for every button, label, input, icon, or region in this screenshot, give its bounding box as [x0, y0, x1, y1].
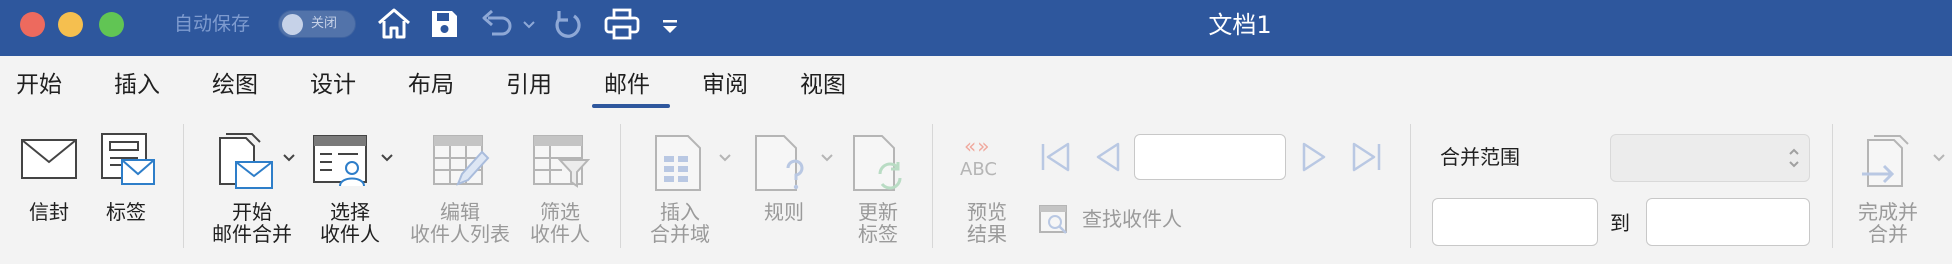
- tab-draw[interactable]: 绘图: [212, 70, 258, 100]
- find-recipient-label: 查找收件人: [1082, 207, 1182, 231]
- filter-recipients-button[interactable]: 筛选 收件人: [518, 126, 602, 248]
- rules-icon: [755, 135, 804, 191]
- toggle-knob: [282, 14, 303, 35]
- start-mail-merge-label-1: 开始: [232, 200, 272, 224]
- ribbon-separator: [932, 124, 933, 248]
- chevron-down-icon: [1933, 154, 1945, 162]
- merge-fields-chevrons-icon: «»: [964, 134, 991, 158]
- chevron-down-icon: [821, 154, 833, 162]
- undo-dropdown-icon[interactable]: [522, 6, 536, 42]
- chevron-down-icon: [719, 154, 731, 162]
- update-labels-icon: [853, 135, 902, 191]
- maximize-window-button[interactable]: [99, 12, 124, 37]
- filter-recipients-label-1: 筛选: [540, 200, 580, 224]
- title-bar: 自动保存 关闭 文档1: [0, 0, 1952, 56]
- tab-design[interactable]: 设计: [310, 70, 356, 100]
- find-recipient-button[interactable]: 查找收件人: [1036, 204, 1192, 236]
- start-mail-merge-button[interactable]: 开始 邮件合并: [204, 126, 300, 248]
- autosave-label: 自动保存: [174, 13, 251, 35]
- stepper-arrows-icon: [1789, 148, 1799, 168]
- ribbon-tabs: 开始 插入 绘图 设计 布局 引用 邮件 审阅 视图: [0, 56, 1952, 112]
- update-labels-label-1: 更新: [858, 200, 898, 224]
- ribbon-separator: [1410, 124, 1411, 248]
- labels-button[interactable]: 标签: [94, 126, 158, 236]
- update-labels-label-2: 标签: [858, 222, 898, 246]
- redo-icon[interactable]: [550, 6, 586, 42]
- range-to-label: 到: [1610, 211, 1630, 235]
- ribbon-separator: [183, 124, 184, 248]
- chevron-down-icon: [381, 154, 393, 162]
- select-recipients-icon: [313, 135, 367, 187]
- print-icon[interactable]: [602, 6, 642, 42]
- preview-results-label-1: 预览: [967, 200, 1007, 224]
- ribbon-separator: [620, 124, 621, 248]
- select-recipients-label-2: 收件人: [320, 222, 380, 246]
- labels-icon: [101, 133, 155, 185]
- toggle-state-label: 关闭: [311, 16, 338, 31]
- update-labels-button[interactable]: 更新 标签: [846, 126, 910, 248]
- envelope-icon: [21, 139, 77, 179]
- finish-and-merge-button[interactable]: 完成并 合并: [1846, 126, 1952, 248]
- start-mail-merge-label-2: 邮件合并: [212, 222, 292, 246]
- labels-label: 标签: [106, 200, 146, 224]
- find-recipient-icon: [1039, 205, 1067, 234]
- document-title: 文档1: [1208, 11, 1272, 39]
- autosave-toggle[interactable]: 关闭: [278, 10, 356, 38]
- finish-and-merge-label-1: 完成并: [1858, 200, 1918, 224]
- record-number-field[interactable]: [1134, 134, 1286, 180]
- envelopes-label: 信封: [29, 200, 69, 224]
- merge-range-from-field[interactable]: [1432, 198, 1598, 246]
- edit-recipient-list-label-1: 编辑: [440, 200, 480, 224]
- chevron-down-icon: [283, 154, 295, 162]
- minimize-window-button[interactable]: [58, 12, 83, 37]
- tab-review[interactable]: 审阅: [702, 70, 748, 100]
- home-icon[interactable]: [376, 6, 412, 42]
- tab-references[interactable]: 引用: [506, 70, 552, 100]
- select-recipients-label-1: 选择: [330, 200, 370, 224]
- preview-results-button[interactable]: «» ABC 预览 结果: [956, 130, 1026, 248]
- edit-recipient-list-label-2: 收件人列表: [410, 222, 510, 246]
- merge-range-to-field[interactable]: [1646, 198, 1810, 246]
- rules-button[interactable]: 规则: [744, 126, 838, 248]
- merge-range-label: 合并范围: [1440, 145, 1520, 169]
- preview-results-label-2: 结果: [967, 222, 1007, 246]
- previous-record-icon[interactable]: [1092, 140, 1122, 174]
- filter-recipients-icon: [533, 135, 590, 188]
- next-record-icon[interactable]: [1300, 140, 1330, 174]
- customize-toolbar-icon[interactable]: [660, 6, 680, 42]
- insert-merge-field-button[interactable]: 插入 合并域: [640, 126, 734, 248]
- filter-recipients-label-2: 收件人: [530, 222, 590, 246]
- edit-recipient-list-icon: [433, 135, 490, 186]
- rules-label: 规则: [764, 200, 804, 224]
- abc-preview-text: ABC: [960, 159, 997, 180]
- undo-icon[interactable]: [478, 6, 518, 42]
- finish-and-merge-label-2: 合并: [1868, 222, 1908, 246]
- merge-range-select[interactable]: [1610, 134, 1810, 182]
- last-record-icon[interactable]: [1350, 140, 1384, 174]
- tab-home[interactable]: 开始: [16, 70, 62, 100]
- active-tab-indicator: [592, 104, 670, 108]
- envelopes-button[interactable]: 信封: [14, 126, 84, 236]
- first-record-icon[interactable]: [1038, 140, 1072, 174]
- tab-view[interactable]: 视图: [800, 70, 846, 100]
- insert-merge-field-label-2: 合并域: [650, 222, 710, 246]
- tab-layout[interactable]: 布局: [408, 70, 454, 100]
- select-recipients-button[interactable]: 选择 收件人: [310, 126, 402, 248]
- save-icon[interactable]: [426, 6, 462, 42]
- insert-merge-field-label-1: 插入: [660, 200, 700, 224]
- edit-recipient-list-button[interactable]: 编辑 收件人列表: [408, 126, 512, 248]
- start-mail-merge-icon: [219, 133, 273, 189]
- insert-merge-field-icon: [655, 135, 701, 191]
- tab-mailings[interactable]: 邮件: [604, 70, 650, 100]
- close-window-button[interactable]: [20, 12, 45, 37]
- tab-insert[interactable]: 插入: [114, 70, 160, 100]
- ribbon-separator: [1832, 124, 1833, 248]
- finish-and-merge-icon: [1862, 135, 1909, 187]
